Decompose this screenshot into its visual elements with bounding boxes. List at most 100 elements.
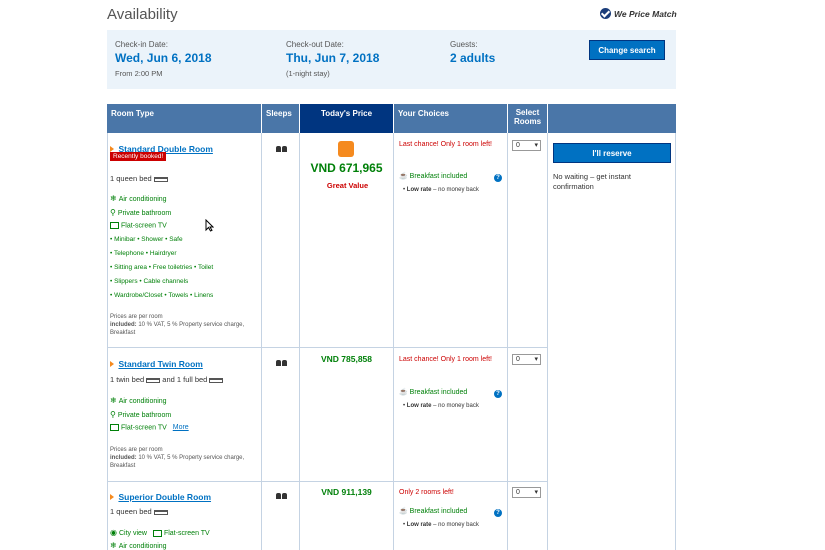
bed-info: 1 twin bed and 1 full bed	[110, 375, 224, 384]
facility-line: • Minibar • Shower • Safe	[110, 236, 183, 243]
caret-right-icon	[110, 494, 114, 500]
bed-icon	[209, 377, 224, 383]
feature-item: Flat-screen TV	[110, 222, 167, 229]
cursor-icon	[205, 219, 214, 232]
breakfast-label: Breakfast included	[409, 389, 468, 396]
tv-icon	[152, 529, 162, 537]
bed-label: and 1 full bed	[162, 375, 208, 384]
tv-icon	[110, 222, 119, 229]
feature-item: Flat-screen TV More	[110, 424, 189, 431]
more-link[interactable]: More	[173, 424, 189, 431]
bed-icon	[153, 176, 168, 182]
feature-label: Flat-screen TV	[121, 222, 167, 230]
breakfast-info: ☕ Breakfast included	[399, 507, 467, 515]
snowflake-icon: ❄	[110, 396, 117, 405]
tv-icon	[110, 424, 119, 431]
room-quantity-select[interactable]: 0	[512, 354, 541, 365]
price-note: Prices are per room included: 10 % VAT, …	[110, 446, 258, 470]
price-note-text: Prices are per room	[110, 314, 163, 320]
low-rate-text: – no money back	[431, 187, 479, 193]
facility-line: • Slippers • Cable channels	[110, 278, 189, 285]
facility-line: • Telephone • Hairdryer	[110, 250, 177, 257]
breakfast-info: ☕ Breakfast included	[399, 388, 467, 396]
room-title: Superior Double Room	[110, 487, 211, 505]
facility-line: • Wardrobe/Closet • Towels • Linens	[110, 292, 214, 299]
feature-label: Air conditioning	[118, 543, 167, 550]
reserve-note: No waiting – get instant confirmation	[553, 172, 631, 191]
price-match: We Price Match	[600, 8, 677, 19]
deal-label: Great Value	[326, 181, 369, 190]
eye-icon: ◉	[110, 528, 117, 537]
feature-label: City view	[118, 530, 147, 537]
low-rate-text: – no money back	[431, 403, 479, 409]
room-quantity-select[interactable]: 0	[512, 487, 541, 498]
row-divider	[107, 481, 548, 482]
shower-icon: ⚲	[110, 410, 116, 419]
change-search-button[interactable]: Change search	[589, 40, 665, 60]
snowflake-icon: ❄	[110, 541, 117, 550]
price-note-text: Prices are per room	[110, 447, 163, 453]
breakfast-label: Breakfast included	[409, 173, 468, 180]
room-title: Standard Twin Room	[110, 354, 203, 372]
bed-label: 1 queen bed	[110, 174, 152, 183]
guests-value[interactable]: 2 adults	[450, 51, 495, 65]
checkout-label: Check-out Date:	[286, 40, 344, 49]
checkin-value[interactable]: Wed, Jun 6, 2018	[115, 51, 212, 65]
reserve-button[interactable]: I'll reserve	[553, 143, 671, 163]
guests-label: Guests:	[450, 40, 478, 49]
low-rate-label: Low rate	[406, 522, 432, 528]
feature-item: ❄ Air conditioning	[110, 396, 167, 405]
th-sleeps: Sleeps	[262, 104, 299, 133]
feature-label: Flat-screen TV	[163, 530, 210, 537]
low-rate-text: – no money back	[431, 522, 479, 528]
availability-text: Last chance! Only 1 room left!	[399, 141, 492, 148]
bed-icon	[146, 377, 161, 383]
price-note: Prices are per room included: 10 % VAT, …	[110, 313, 258, 337]
room-name-link[interactable]: Standard Twin Room	[118, 359, 202, 369]
grid-line	[261, 133, 262, 550]
low-rate-info: • Low rate – no money back	[403, 522, 479, 528]
room-price: VND 911,139	[321, 487, 372, 497]
feature-item: ⚲ Private bathroom	[110, 208, 171, 217]
shower-icon: ⚲	[110, 208, 116, 217]
feature-label: Air conditioning	[118, 398, 167, 405]
grid-line	[507, 133, 508, 550]
checkout-value[interactable]: Thu, Jun 7, 2018	[286, 51, 379, 65]
grid-line	[675, 133, 676, 550]
page-title: Availability	[107, 6, 178, 23]
snowflake-icon: ❄	[110, 194, 117, 203]
feature-item: ❄ Air conditioning	[110, 194, 167, 203]
checkin-label: Check-in Date:	[115, 40, 168, 49]
deal-icon	[338, 141, 354, 157]
room-name-link[interactable]: Superior Double Room	[118, 492, 211, 502]
checkout-sub: (1-night stay)	[286, 69, 330, 78]
help-icon[interactable]: ?	[494, 390, 502, 398]
bed-label: 1 queen bed	[110, 507, 152, 516]
grid-line	[393, 133, 394, 550]
low-rate-info: • Low rate – no money back	[403, 403, 479, 409]
help-icon[interactable]: ?	[494, 509, 502, 517]
low-rate-label: Low rate	[406, 187, 432, 193]
help-icon[interactable]: ?	[494, 174, 502, 182]
room-quantity-select[interactable]: 0	[512, 140, 541, 151]
price-match-label: We Price Match	[614, 8, 677, 19]
feature-item: ⚲ Private bathroom	[110, 410, 171, 419]
low-rate-label: Low rate	[406, 403, 432, 409]
low-rate-info: • Low rate – no money back	[403, 187, 479, 193]
breakfast-icon: ☕	[399, 173, 408, 180]
th-choices: Your Choices	[394, 104, 507, 133]
facility-line: • Sitting area • Free toiletries • Toile…	[110, 264, 214, 271]
bed-icon	[153, 509, 168, 515]
th-room-type: Room Type	[107, 104, 261, 133]
bed-info: 1 queen bed	[110, 174, 168, 183]
status-badge: Recently booked!	[110, 152, 167, 161]
availability-text: Only 2 rooms left!	[399, 489, 454, 496]
feature-item: ❄ Air conditioning	[110, 541, 167, 550]
sleeps-icon	[276, 139, 288, 157]
row-divider	[107, 347, 548, 348]
breakfast-label: Breakfast included	[409, 508, 468, 515]
sleeps-icon	[276, 486, 288, 504]
feature-label: Flat-screen TV	[121, 424, 167, 432]
breakfast-icon: ☕	[399, 508, 408, 515]
check-badge-icon	[600, 8, 611, 19]
